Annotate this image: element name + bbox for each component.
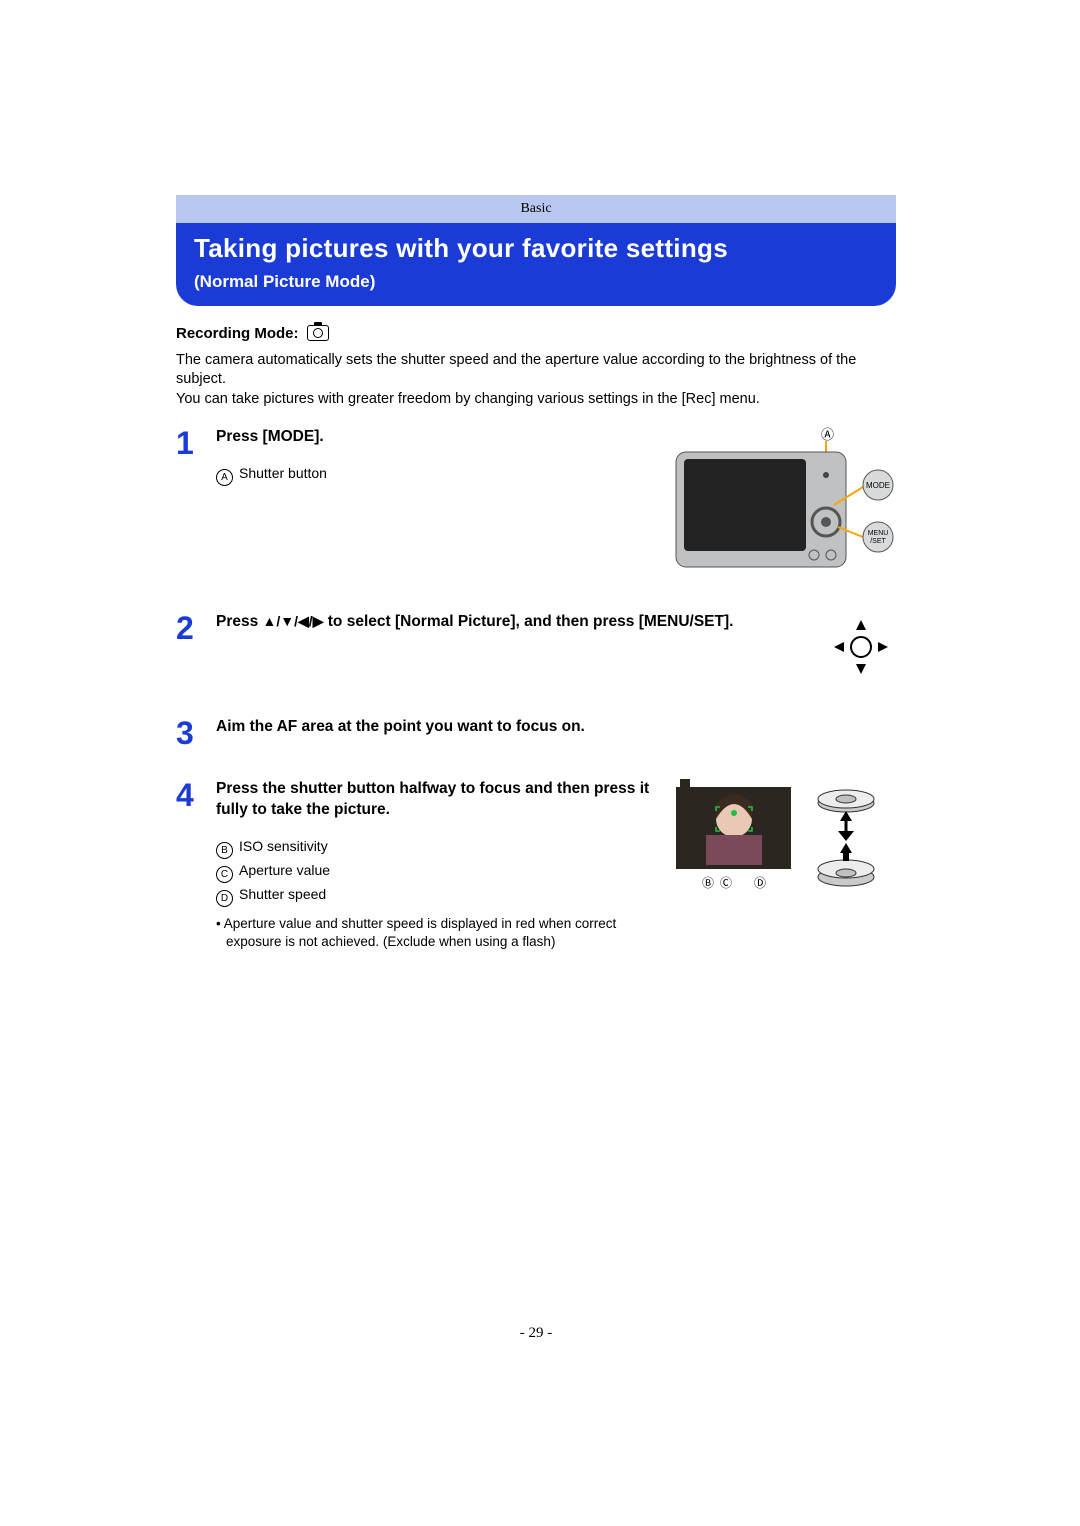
step-sublist: B ISO sensitivity C Aperture value D Shutte… — [216, 835, 668, 907]
callout-text: ISO sensitivity — [239, 838, 328, 854]
callout-text: Aperture value — [239, 862, 330, 878]
callout-circle-B: B — [216, 842, 233, 859]
callout-circle-C: C — [216, 866, 233, 883]
step-number: 4 — [176, 779, 216, 811]
page-subtitle: (Normal Picture Mode) — [194, 272, 878, 292]
recording-mode-label: Recording Mode: — [176, 325, 299, 342]
intro-p1: The camera automatically sets the shutte… — [176, 351, 896, 390]
step-1: 1 Press [MODE]. A Shutter button Ⓐ — [176, 427, 896, 582]
category-label: Basic — [520, 201, 551, 216]
steps: 1 Press [MODE]. A Shutter button Ⓐ — [176, 427, 896, 951]
step-body: Press [MODE]. A Shutter button — [216, 427, 658, 486]
step-4: 4 Press the shutter button halfway to fo… — [176, 779, 896, 951]
category-band: Basic — [176, 195, 896, 223]
step-title: Aim the AF area at the point you want to… — [216, 717, 896, 738]
step-body: Aim the AF area at the point you want to… — [216, 717, 896, 738]
step-3: 3 Aim the AF area at the point you want … — [176, 717, 896, 749]
step-number: 2 — [176, 612, 216, 644]
svg-text:Ⓓ: Ⓓ — [754, 876, 766, 890]
mode-button-label: MODE — [866, 481, 890, 490]
lcd-and-shutter-graphic: Ⓑ Ⓒ Ⓓ — [676, 779, 896, 914]
svg-text:Ⓒ: Ⓒ — [720, 876, 732, 890]
step-title: Press [MODE]. — [216, 427, 658, 448]
camera-graphic: Ⓐ MODE — [666, 427, 896, 582]
callout-text: Shutter button — [239, 465, 327, 481]
step-number: 1 — [176, 427, 216, 459]
callout-circle-A: A — [216, 469, 233, 486]
title-block: Taking pictures with your favorite setti… — [176, 223, 896, 306]
svg-text:Ⓐ: Ⓐ — [821, 427, 834, 442]
page-title: Taking pictures with your favorite setti… — [194, 233, 878, 264]
step-note: • Aperture value and shutter speed is di… — [216, 915, 668, 951]
intro-p2: You can take pictures with greater freed… — [176, 390, 896, 410]
step-body: Press ▲/▼/◀/▶ to select [Normal Picture]… — [216, 612, 818, 633]
callout-text: Shutter speed — [239, 886, 326, 902]
direction-arrows: ▲/▼/◀/▶ — [263, 613, 324, 629]
step-title: Press the shutter button halfway to focu… — [216, 779, 668, 821]
svg-text:Ⓑ: Ⓑ — [702, 876, 714, 890]
svg-text:/SET: /SET — [870, 538, 886, 545]
manual-page: Basic Taking pictures with your favorite… — [176, 195, 896, 952]
callout-circle-D: D — [216, 890, 233, 907]
step-2: 2 Press ▲/▼/◀/▶ to select [Normal Pictur… — [176, 612, 896, 687]
svg-text:MENU: MENU — [868, 530, 889, 537]
page-number: - 29 - — [176, 1325, 896, 1342]
step-title: Press ▲/▼/◀/▶ to select [Normal Picture]… — [216, 612, 818, 633]
camera-icon — [307, 325, 329, 341]
step-number: 3 — [176, 717, 216, 749]
intro-block: Recording Mode: The camera automatically… — [176, 324, 896, 409]
dpad-graphic — [826, 612, 896, 687]
step-sublist: A Shutter button — [216, 462, 658, 486]
step-body: Press the shutter button halfway to focu… — [216, 779, 668, 951]
